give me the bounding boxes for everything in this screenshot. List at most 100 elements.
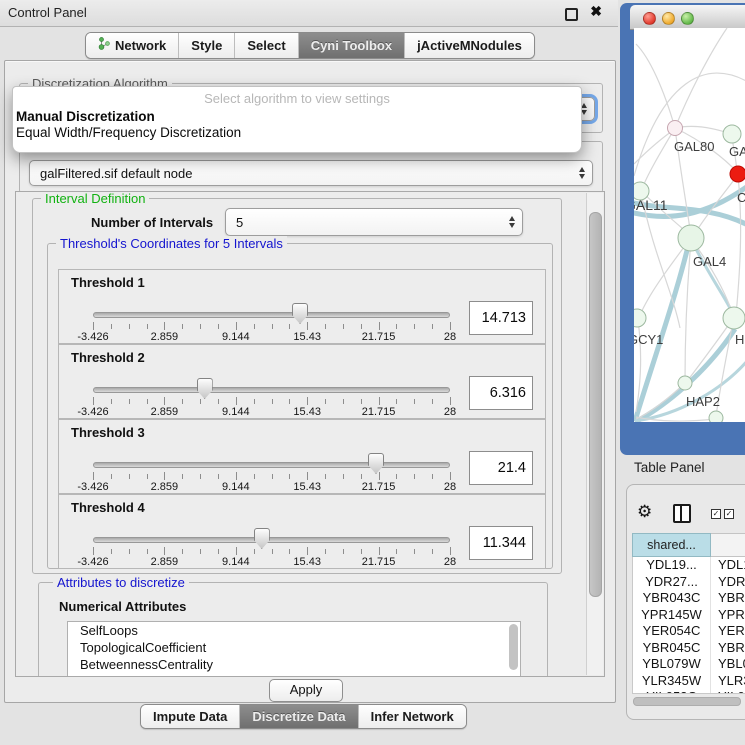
tab-style[interactable]: Style (178, 33, 234, 58)
checkbox-checked-icon[interactable]: ✓ (724, 509, 734, 519)
attributes-group: Attributes to discretize Numerical Attri… (38, 582, 548, 677)
table-row[interactable]: YDR27... YDR2 (633, 574, 745, 591)
network-edge[interactable] (688, 320, 732, 380)
network-node[interactable] (723, 125, 741, 143)
tick-label: 2.859 (151, 331, 179, 343)
threshold-value-field[interactable]: 6.316 (469, 376, 533, 410)
checkbox-checked-icon[interactable]: ✓ (711, 509, 721, 519)
scrollbar-thumb[interactable] (589, 212, 602, 597)
cell-name[interactable]: YBL0 (711, 656, 745, 673)
num-intervals-select[interactable]: 5 (225, 208, 523, 236)
list-item[interactable]: SelfLoops (68, 622, 520, 639)
network-node[interactable] (668, 121, 683, 136)
cell-name[interactable]: YBR0 (711, 590, 745, 607)
slider-track[interactable] (93, 462, 450, 468)
slider-thumb[interactable] (254, 528, 270, 549)
network-node[interactable] (709, 411, 723, 422)
close-icon[interactable]: ✖ (590, 3, 602, 20)
tab-impute-data[interactable]: Impute Data (141, 705, 239, 728)
table-row[interactable]: YBR045C YBR0 (633, 640, 745, 657)
threshold-value-field[interactable]: 11.344 (469, 526, 533, 560)
tab-infer-network[interactable]: Infer Network (358, 705, 466, 728)
list-scrollbar-thumb[interactable] (509, 624, 518, 670)
network-edge[interactable] (675, 28, 727, 128)
horizontal-scrollbar[interactable] (632, 697, 744, 705)
column-header-shared-name[interactable]: shared... (632, 533, 711, 557)
tick-mark (93, 322, 94, 330)
network-edge[interactable] (634, 129, 675, 164)
threshold-value-field[interactable]: 14.713 (469, 301, 533, 335)
slider-track[interactable] (93, 387, 450, 393)
tab-network[interactable]: Network (86, 33, 178, 58)
list-item[interactable]: TopologicalCoefficient (68, 639, 520, 656)
slider-thumb[interactable] (368, 453, 384, 474)
tick-mark (396, 549, 397, 554)
tick-mark (147, 399, 148, 404)
tab-discretize-data[interactable]: Discretize Data (239, 705, 357, 728)
slider-track[interactable] (93, 312, 450, 318)
cell-name[interactable]: YDL1 (711, 557, 745, 574)
tick-mark (379, 547, 380, 555)
interval-definition-group: Interval Definition Number of Intervals … (32, 198, 562, 574)
tick-mark (129, 399, 130, 404)
cell-name[interactable]: YDR2 (711, 574, 745, 591)
selected-table: galFiltered.sif default node (40, 161, 192, 185)
slider-thumb[interactable] (197, 378, 213, 399)
cell-name[interactable]: YPR1 (711, 607, 745, 624)
tab-cyni-toolbox[interactable]: Cyni Toolbox (298, 33, 404, 58)
cell-shared-name[interactable]: YDR27... (633, 574, 711, 591)
split-columns-icon[interactable] (673, 504, 691, 523)
network-window-titlebar[interactable] (630, 5, 745, 30)
network-node[interactable] (678, 225, 704, 251)
node-label: GAL11 (634, 197, 668, 213)
vertical-scrollbar[interactable] (586, 193, 603, 675)
cell-shared-name[interactable]: YLR345W (633, 673, 711, 690)
tick-mark (164, 322, 165, 330)
cell-shared-name[interactable]: YIL052C (633, 689, 711, 694)
float-window-icon[interactable] (565, 8, 578, 21)
close-traffic-light[interactable] (643, 12, 656, 25)
slider-thumb[interactable] (292, 303, 308, 324)
cell-name[interactable]: YLR3 (711, 673, 745, 690)
network-edge[interactable] (634, 73, 745, 176)
table-panel: ⚙ ✓ ✓ shared... n YDL19... YDL1 YDR27...… (626, 484, 745, 720)
scrollbar-thumb[interactable] (633, 697, 741, 706)
table-row[interactable]: YPR145W YPR1 (633, 607, 745, 624)
cell-name[interactable]: YER0 (711, 623, 745, 640)
network-node[interactable] (730, 166, 745, 182)
table-row[interactable]: YBL079W YBL0 (633, 656, 745, 673)
network-edge[interactable] (642, 128, 675, 189)
column-header-name[interactable]: n (711, 533, 745, 557)
minimize-traffic-light[interactable] (662, 12, 675, 25)
network-node[interactable] (678, 376, 692, 390)
zoom-traffic-light[interactable] (681, 12, 694, 25)
list-item[interactable]: BetweennessCentrality (68, 656, 520, 673)
network-node[interactable] (723, 307, 745, 329)
dropdown-option-manual[interactable]: Manual Discretization (13, 109, 581, 125)
table-row[interactable]: YDL19... YDL1 (633, 557, 745, 574)
apply-button[interactable]: Apply (269, 679, 343, 702)
cell-name[interactable]: YBR0 (711, 640, 745, 657)
table-row[interactable]: YIL052C YIL0 (633, 689, 745, 694)
cell-shared-name[interactable]: YBR043C (633, 590, 711, 607)
dropdown-option-equal-width[interactable]: Equal Width/Frequency Discretization (13, 125, 581, 141)
network-canvas[interactable]: GAL80GACGAL11GAL4GCY1HHAP2 (634, 28, 745, 422)
cell-shared-name[interactable]: YER054C (633, 623, 711, 640)
network-edge[interactable] (636, 44, 675, 128)
tab-jactivemnodules[interactable]: jActiveMNodules (404, 33, 534, 58)
tick-mark (307, 397, 308, 405)
threshold-value-field[interactable]: 21.4 (469, 451, 533, 485)
slider-track[interactable] (93, 537, 450, 543)
cell-name[interactable]: YIL0 (711, 689, 745, 694)
cell-shared-name[interactable]: YBR045C (633, 640, 711, 657)
cell-shared-name[interactable]: YPR145W (633, 607, 711, 624)
cell-shared-name[interactable]: YBL079W (633, 656, 711, 673)
table-row[interactable]: YBR043C YBR0 (633, 590, 745, 607)
cell-shared-name[interactable]: YDL19... (633, 557, 711, 574)
gear-icon[interactable]: ⚙ (637, 502, 652, 522)
network-node[interactable] (634, 309, 646, 327)
table-row[interactable]: YLR345W YLR3 (633, 673, 745, 690)
table-data-select[interactable]: galFiltered.sif default node (29, 160, 593, 186)
table-row[interactable]: YER054C YER0 (633, 623, 745, 640)
tab-select[interactable]: Select (234, 33, 297, 58)
